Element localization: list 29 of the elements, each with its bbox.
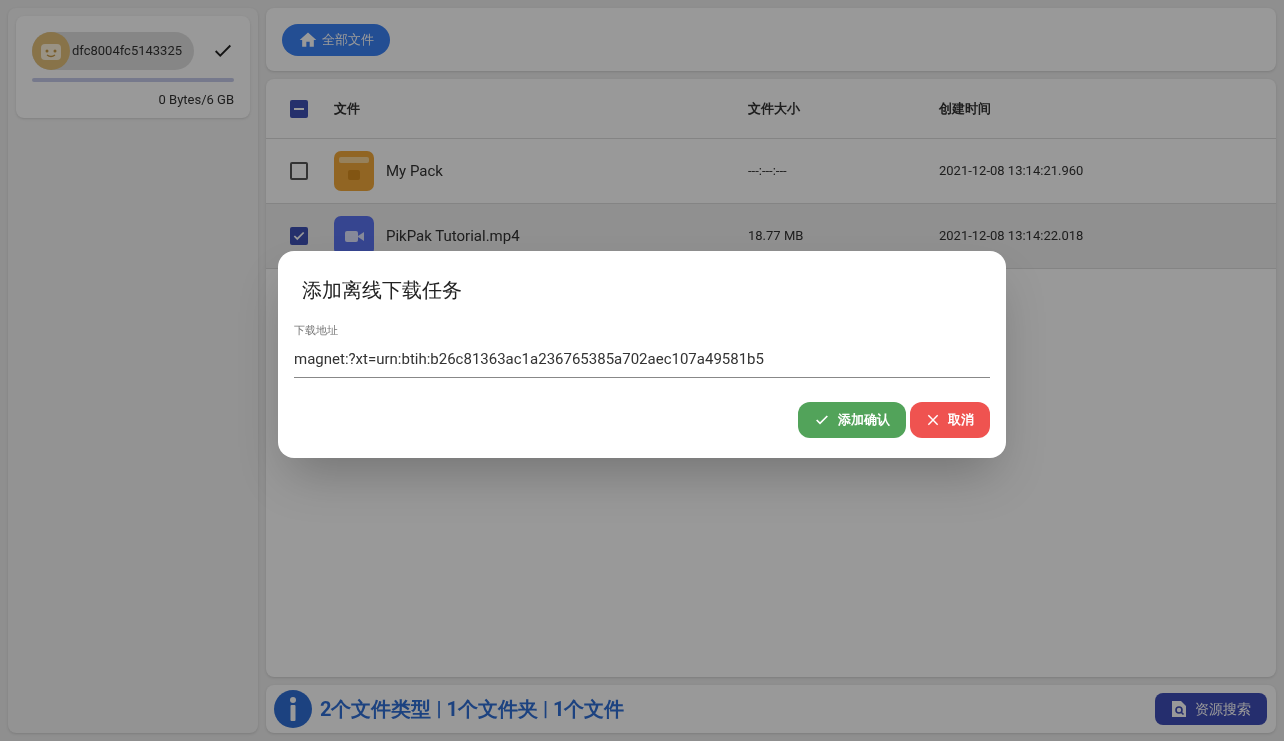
robot-avatar-icon — [32, 32, 70, 70]
download-url-field[interactable]: 下载地址 magnet:?xt=urn:btih:b26c81363ac1a236765385a702aec107a49581b5 — [294, 323, 990, 378]
home-button[interactable]: 全部文件 — [282, 23, 390, 56]
cancel-button[interactable]: 取消 — [910, 401, 990, 438]
file-name: My Pack — [386, 160, 443, 182]
file-size: 18.77 MB — [748, 227, 805, 246]
info-icon — [274, 690, 312, 728]
url-input: magnet:?xt=urn:btih:b26c81363ac1a236765385a702aec107a49581b5 — [294, 347, 990, 371]
created-time: 2021-12-08 13:14:21.960 — [939, 162, 1084, 181]
confirm-button[interactable]: 添加确认 — [798, 401, 906, 438]
file-search-icon — [1171, 700, 1187, 718]
close-icon — [926, 412, 940, 427]
storage-usage: 0 Bytes/6 GB — [157, 91, 234, 109]
resource-search-button[interactable]: 资源搜索 — [1155, 693, 1267, 725]
column-header: 文件大小 — [748, 99, 801, 118]
checkbox[interactable] — [290, 162, 308, 180]
minus-icon — [294, 107, 304, 110]
dialog-title: 添加离线下载任务 — [301, 277, 463, 305]
checkmark-icon — [292, 229, 306, 243]
folder-icon — [334, 151, 374, 191]
file-size: ---:---:--- — [748, 162, 788, 181]
checkbox[interactable] — [290, 227, 308, 245]
column-header: 文件 — [334, 99, 361, 118]
file-summary: 2个文件类型 | 1个文件夹 | 1个文件 — [320, 696, 625, 723]
column-header: 创建时间 — [939, 99, 991, 118]
account-chip[interactable]: dfc8004fc5143325 — [32, 32, 195, 70]
file-name: PikPak Tutorial.mp4 — [386, 225, 520, 247]
created-time: 2021-12-08 13:14:22.018 — [939, 227, 1084, 246]
checkbox[interactable] — [290, 99, 308, 118]
